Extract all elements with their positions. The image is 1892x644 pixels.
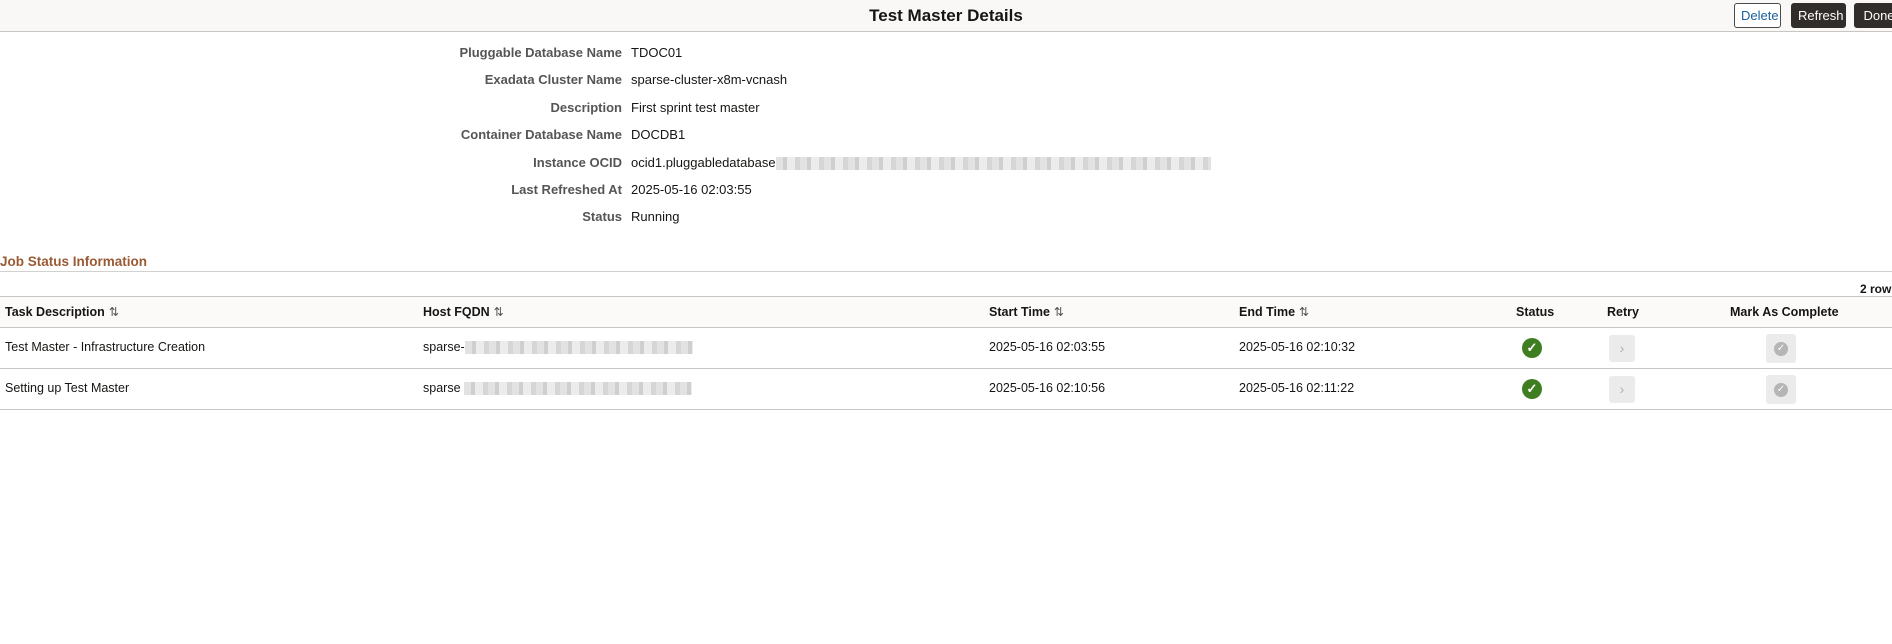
check-circle-icon: ✓: [1774, 383, 1788, 397]
retry-button[interactable]: ›: [1609, 335, 1635, 362]
mark-complete-button[interactable]: ✓: [1766, 375, 1796, 404]
column-header-retry: Retry: [1607, 305, 1639, 319]
check-circle-icon: ✓: [1774, 342, 1788, 356]
detail-value: TDOC01: [631, 45, 683, 60]
detail-label: Description: [550, 100, 622, 115]
detail-value: First sprint test master: [631, 100, 760, 115]
cell-start-time: 2025-05-16 02:03:55: [989, 340, 1106, 354]
table-header: Task Description ⇅ Host FQDN ⇅ Start Time ⇅…: [0, 296, 1892, 328]
column-header-host[interactable]: Host FQDN ⇅: [423, 305, 504, 319]
refresh-button[interactable]: Refresh: [1791, 3, 1846, 28]
table-row: Setting up Test Master sparse 2025-05-16…: [0, 369, 1892, 410]
detail-value: sparse-cluster-x8m-vcnash: [631, 72, 788, 87]
detail-label: Status: [582, 209, 622, 224]
redacted-host: [464, 382, 693, 396]
detail-value: Running: [631, 209, 680, 224]
retry-button[interactable]: ›: [1609, 376, 1635, 403]
detail-label: Exadata Cluster Name: [484, 72, 622, 87]
cell-start-time: 2025-05-16 02:10:56: [989, 381, 1106, 395]
page-header: Test Master Details Delete Refresh Done: [0, 0, 1892, 32]
redacted-ocid: [775, 157, 1211, 171]
column-header-task[interactable]: Task Description ⇅: [5, 305, 119, 319]
job-status-table: Task Description ⇅ Host FQDN ⇅ Start Time ⇅…: [0, 296, 1892, 410]
sort-icon[interactable]: ⇅: [1054, 305, 1064, 319]
detail-value: ocid1.pluggabledatabase: [631, 155, 1211, 171]
column-header-mark-complete: Mark As Complete: [1730, 305, 1839, 319]
cell-host: sparse-: [423, 340, 693, 355]
sort-icon[interactable]: ⇅: [109, 305, 119, 319]
sort-icon[interactable]: ⇅: [1299, 305, 1309, 319]
detail-value: 2025-05-16 02:03:55: [631, 182, 752, 197]
detail-value: DOCDB1: [631, 127, 686, 142]
detail-label: Pluggable Database Name: [459, 45, 622, 60]
done-button[interactable]: Done: [1854, 3, 1892, 28]
detail-label: Instance OCID: [533, 155, 622, 170]
section-divider: [0, 271, 1892, 272]
section-title-job-status: Job Status Information: [0, 254, 148, 269]
cell-host: sparse: [423, 381, 693, 396]
redacted-host: [464, 341, 693, 355]
table-row: Test Master - Infrastructure Creation sp…: [0, 328, 1892, 369]
cell-end-time: 2025-05-16 02:10:32: [1239, 340, 1356, 354]
cell-task: Test Master - Infrastructure Creation: [5, 340, 206, 354]
page-title: Test Master Details: [869, 6, 1023, 25]
column-header-status: Status: [1516, 305, 1555, 319]
mark-complete-button[interactable]: ✓: [1766, 334, 1796, 363]
ocid-prefix: ocid1.pluggabledatabase: [631, 155, 776, 170]
column-header-start-time[interactable]: Start Time ⇅: [989, 305, 1064, 319]
sort-icon[interactable]: ⇅: [494, 305, 504, 319]
detail-label: Container Database Name: [460, 127, 622, 142]
cell-task: Setting up Test Master: [5, 381, 130, 395]
rows-count: 2 rows: [1859, 282, 1892, 296]
column-header-end-time[interactable]: End Time ⇅: [1239, 305, 1309, 319]
cell-end-time: 2025-05-16 02:11:22: [1239, 381, 1355, 395]
success-check-icon: ✓: [1522, 379, 1542, 399]
success-check-icon: ✓: [1522, 338, 1542, 358]
detail-label: Last Refreshed At: [511, 182, 622, 197]
delete-button[interactable]: Delete: [1734, 3, 1781, 28]
